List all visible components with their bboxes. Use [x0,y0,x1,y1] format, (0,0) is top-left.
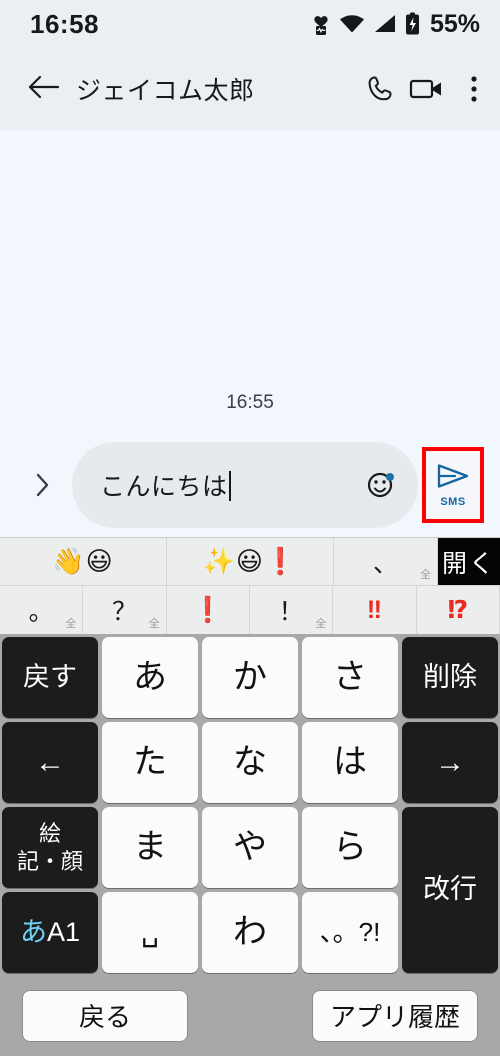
candidate-label: ！ [278,598,304,626]
key-削除[interactable]: 削除 [402,637,498,718]
key-label: ␣ [141,916,159,948]
key-label: た [133,742,167,781]
candidate-item[interactable]: ❗ [167,586,250,634]
candidate-item[interactable]: 👋😃 [0,538,167,585]
chevron-right-icon[interactable] [22,471,62,499]
fullwidth-marker: 全 [65,618,77,630]
key-あ[interactable]: あ [102,637,198,718]
candidate-label: ⁉ [447,596,469,624]
candidate-item[interactable]: ⁉ [417,586,500,634]
key-ま[interactable]: ま [102,807,198,888]
phone-screen: 16:58 55% ジェイコム太郎 16:55 こんにちは SMS 👋😃 ✨😃❗… [0,0,500,1056]
key-た[interactable]: た [102,722,198,803]
key-ら[interactable]: ら [302,807,398,888]
key-戻す[interactable]: 戻す [2,637,98,718]
key-や[interactable]: や [202,807,298,888]
key-さ[interactable]: さ [302,637,398,718]
fullwidth-marker: 全 [420,569,431,581]
candidate-label: ❗ [192,595,224,624]
candidate-item[interactable]: 、全 [334,538,438,585]
key-label: は [333,742,367,781]
battery-percent-label: 55% [429,9,480,38]
candidate-row-secondary: 。全？全 ❗！全 ‼ ⁉ [0,585,500,634]
emoji-smiley-icon[interactable] [358,462,404,508]
message-input-field[interactable]: こんにちは [72,441,418,528]
key-label: 絵記・顔 [16,821,83,874]
expand-candidates-button[interactable]: 開く [438,538,500,585]
candidate-item[interactable]: ？全 [83,586,167,634]
candidate-item[interactable]: ！全 [250,586,334,634]
overflow-menu-icon[interactable] [448,74,478,104]
status-bar: 16:58 55% [0,0,500,48]
candidate-label: ‼ [366,595,383,624]
send-button-label: SMS [440,495,466,508]
candidate-item[interactable]: 。全 [0,586,84,634]
key-label: ま [133,827,167,866]
key-label: な [233,742,267,781]
key-label: 削除 [423,661,477,692]
key-←[interactable]: ← [2,722,98,803]
key-、。?![interactable]: 、。?! [302,892,398,973]
back-arrow-icon[interactable] [26,73,60,106]
candidate-item[interactable]: ‼ [333,586,417,634]
candidate-item[interactable]: ✨😃❗ [167,538,334,585]
expand-candidates-label: 開く [441,549,496,578]
candidate-label: ✨😃❗ [202,546,298,576]
send-paper-plane-icon [435,462,471,495]
key-か[interactable]: か [202,637,298,718]
key-label: あ [133,657,167,696]
message-input-value: こんにちは [100,467,358,503]
status-icon-group: 55% [311,10,480,39]
key-label: わ [233,912,267,951]
candidate-label: 、 [372,549,398,578]
key-あA1[interactable]: あA1 [2,892,98,973]
conversation-thread: 16:55 ジェイコム太郎 さんとテキスト メッセージ で会話中（SMS / M… [0,130,500,432]
candidate-label: ？ [111,598,137,626]
key-label: か [233,657,267,696]
key-改行[interactable]: 改行 [402,807,498,973]
key-label: や [233,827,267,866]
fullwidth-marker: 全 [315,618,327,630]
japanese-keyboard: 戻す あ か さ 削除 ← た な は → 絵記・顔 ま や ら改行あA1 ␣ わ 、。?! [0,634,500,975]
status-clock: 16:58 [30,8,99,39]
key-label: 、。?! [319,917,381,948]
battery-charging-icon [405,12,420,36]
key-␣[interactable]: ␣ [102,892,198,973]
key-label: あA1 [19,916,81,947]
phone-icon[interactable] [360,74,404,104]
wifi-icon [339,14,365,34]
nav-recents-button[interactable]: アプリ履歴 [312,989,478,1042]
candidate-row-primary: 👋😃 ✨😃❗、全開く [0,537,500,585]
heart-monitor-icon [311,11,331,37]
key-label: ら [333,827,367,866]
message-composer: こんにちは SMS [0,432,500,537]
key-絵記・顔[interactable]: 絵記・顔 [2,807,98,888]
key-label: 戻す [23,661,77,692]
message-input-text: こんにちは [100,472,228,501]
key-→[interactable]: → [402,722,498,803]
key-は[interactable]: は [302,722,398,803]
candidate-label: 👋😃 [52,546,114,576]
key-label: 改行 [423,874,477,905]
key-label: → [435,746,465,779]
page-title: ジェイコム太郎 [76,77,255,105]
fullwidth-marker: 全 [148,618,160,630]
message-timestamp: 16:55 [226,392,274,413]
conversation-app-bar: ジェイコム太郎 [0,48,500,130]
candidate-label: 。 [28,598,54,626]
signal-icon [373,14,397,34]
video-camera-icon[interactable] [404,76,448,102]
key-わ[interactable]: わ [202,892,298,973]
text-caret [228,470,231,501]
key-label: ← [35,746,65,779]
send-sms-button[interactable]: SMS [422,446,484,523]
system-navigation-bar: 戻る アプリ履歴 [0,975,500,1056]
nav-back-button[interactable]: 戻る [22,989,188,1042]
key-label: さ [333,657,367,696]
key-な[interactable]: な [202,722,298,803]
